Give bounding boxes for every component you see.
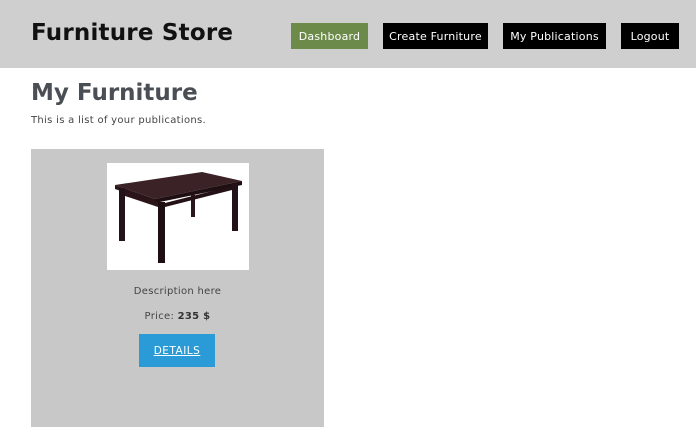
nav-logout-button[interactable]: Logout — [621, 23, 679, 49]
page-subtitle: This is a list of your publications. — [31, 115, 206, 126]
nav-create-furniture-button[interactable]: Create Furniture — [383, 23, 488, 49]
nav-my-publications-button[interactable]: My Publications — [503, 23, 606, 49]
card-description: Description here — [133, 286, 222, 297]
details-button[interactable]: DETAILS — [139, 334, 215, 367]
navbar: Furniture Store Dashboard Create Furnitu… — [0, 0, 696, 68]
furniture-card: Description here Price: 235 $ DETAILS — [31, 149, 324, 427]
page-title: My Furniture — [31, 80, 198, 106]
brand-title[interactable]: Furniture Store — [31, 20, 233, 46]
price-label: Price: — [144, 311, 175, 322]
price-value: 235 $ — [177, 311, 211, 322]
card-price: Price: 235 $ — [31, 311, 324, 322]
table-icon — [115, 172, 242, 263]
nav-dashboard-button[interactable]: Dashboard — [291, 23, 368, 49]
table-image — [107, 163, 249, 270]
